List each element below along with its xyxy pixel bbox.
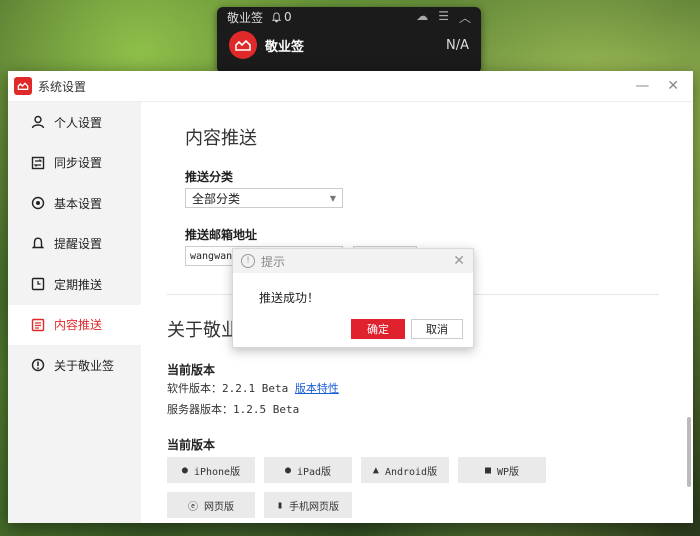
apple-icon: ●	[284, 464, 291, 476]
android-download-button[interactable]: ▲ Android版	[361, 457, 449, 483]
sidebar-item-basic[interactable]: 基本设置	[8, 183, 141, 224]
app-logo	[229, 31, 257, 59]
android-icon: ▲	[372, 464, 379, 476]
document-icon	[30, 317, 46, 333]
phone-icon: ▮	[276, 499, 284, 511]
dialog-message: 推送成功！	[259, 291, 320, 305]
sidebar-item-scheduled-push[interactable]: 定期推送	[8, 264, 141, 305]
sidebar-item-content-push[interactable]: 内容推送	[8, 304, 141, 345]
category-select[interactable]: 全部分类 ▼	[185, 188, 343, 208]
user-icon	[30, 114, 46, 130]
version-heading: 当前版本	[167, 363, 216, 377]
widget-panel: 敬业签 0 ☁ ☰ ︿ 敬业签 N/A	[217, 7, 481, 73]
software-version-text: 软件版本：2.2.1 Beta	[167, 382, 289, 395]
sidebar-item-label: 个人设置	[54, 115, 103, 130]
windows-icon: ■	[484, 464, 491, 476]
ipad-download-button[interactable]: ● iPad版	[264, 457, 352, 483]
bell-icon	[30, 236, 46, 252]
info-icon	[30, 357, 46, 373]
dialog-titlebar: ! 提示 ✕	[233, 249, 473, 273]
category-label: 推送分类	[185, 170, 234, 184]
category-value: 全部分类	[192, 191, 241, 206]
widget-app-name: 敬业签	[265, 39, 305, 55]
sidebar-item-label: 内容推送	[54, 318, 103, 333]
sidebar-item-label: 同步设置	[54, 156, 103, 171]
sidebar-item-reminder[interactable]: 提醒设置	[8, 224, 141, 265]
gear-icon	[30, 195, 46, 211]
release-notes-link[interactable]: 版本特性	[295, 382, 339, 395]
collapse-icon[interactable]: ︿	[459, 9, 471, 26]
bell-count: 0	[284, 10, 292, 24]
chevron-down-icon: ▼	[329, 193, 336, 203]
sidebar-item-sync[interactable]: 同步设置	[8, 143, 141, 184]
iphone-download-button[interactable]: ● iPhone版	[167, 457, 255, 483]
about-heading: 关于敬业	[167, 320, 239, 341]
web-version-button[interactable]: ⓔ 网页版	[167, 492, 255, 518]
bell-icon	[271, 11, 282, 22]
sidebar-item-label: 定期推送	[54, 277, 103, 292]
minimize-button[interactable]: —	[635, 78, 649, 94]
app-icon	[14, 77, 32, 95]
platform-label: WP版	[496, 466, 520, 478]
close-icon[interactable]: ✕	[453, 253, 465, 269]
scrollbar[interactable]	[687, 417, 691, 487]
platform-label: Android版	[384, 466, 438, 478]
cancel-button[interactable]: 取消	[411, 319, 463, 339]
window-titlebar: 系统设置 — ✕	[8, 71, 693, 102]
cloud-sync-icon[interactable]: ☁	[416, 9, 428, 26]
software-version: 软件版本：2.2.1 Beta 版本特性	[167, 380, 339, 396]
mobile-web-version-button[interactable]: ▮ 手机网页版	[264, 492, 352, 518]
sidebar-item-about[interactable]: 关于敬业签	[8, 345, 141, 386]
email-label: 推送邮箱地址	[185, 228, 258, 242]
page-title: 内容推送	[185, 128, 257, 149]
platform-label: 手机网页版	[289, 501, 340, 513]
sidebar-item-label: 基本设置	[54, 196, 103, 211]
sidebar-item-label: 关于敬业签	[54, 358, 115, 373]
wp-download-button[interactable]: ■ WP版	[458, 457, 546, 483]
apple-icon: ●	[181, 464, 188, 476]
settings-sidebar: 个人设置 同步设置 基本设置 提醒设置 定期推送 内容推送 关于敬业签	[8, 102, 141, 523]
window-title: 系统设置	[38, 79, 87, 94]
info-icon: !	[241, 254, 255, 268]
widget-titlebar: 敬业签 0 ☁ ☰ ︿	[217, 7, 481, 27]
platform-label: iPhone版	[193, 466, 241, 478]
platforms-heading: 当前版本	[167, 438, 216, 452]
notification-bell[interactable]: 0	[271, 10, 292, 24]
widget-body: 敬业签 N/A	[217, 27, 481, 59]
sidebar-item-label: 提醒设置	[54, 237, 103, 252]
widget-title: 敬业签	[227, 10, 264, 25]
clock-icon	[30, 276, 46, 292]
close-button[interactable]: ✕	[667, 78, 679, 94]
sidebar-item-personal[interactable]: 个人设置	[8, 102, 141, 143]
alert-dialog: ! 提示 ✕ 推送成功！ 确定 取消	[232, 248, 474, 348]
platform-label: 网页版	[204, 501, 234, 513]
widget-status: N/A	[446, 37, 469, 53]
ok-button[interactable]: 确定	[351, 319, 405, 339]
server-version: 服务器版本：1.2.5 Beta	[167, 403, 300, 416]
menu-icon[interactable]: ☰	[438, 9, 449, 26]
ie-icon: ⓔ	[188, 501, 198, 513]
sync-icon	[30, 155, 46, 171]
platform-label: iPad版	[296, 466, 332, 478]
dialog-title: 提示	[261, 254, 286, 269]
